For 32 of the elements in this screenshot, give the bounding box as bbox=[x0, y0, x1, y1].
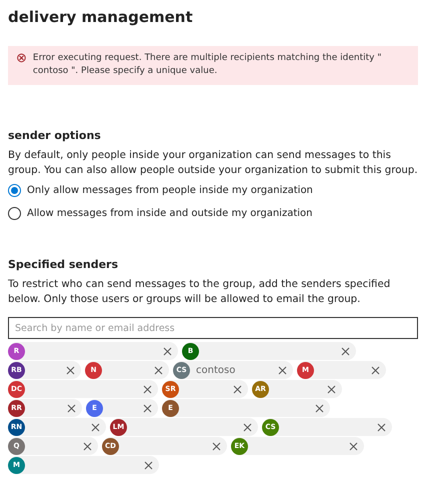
section-heading: Specified senders bbox=[8, 258, 120, 271]
close-icon[interactable] bbox=[327, 384, 336, 394]
search-field[interactable]: Search by name or email address bbox=[8, 317, 418, 339]
error-icon: ⊗ bbox=[16, 52, 27, 65]
radio-button[interactable] bbox=[8, 207, 21, 220]
error-message: Error executing request. There are multiple recipients matching the identity " contoso ". Please specify a unique value. bbox=[32, 52, 382, 78]
close-icon[interactable] bbox=[371, 366, 380, 374]
section-description: By default, only people inside your organization can send messages to this group. You can also allow people outside your organization to submit this group. bbox=[8, 149, 418, 178]
close-icon[interactable] bbox=[341, 346, 350, 356]
section-description: To restrict who can send messages to the group, add the senders specified below. Only those users or groups will be allowed to email the group. bbox=[8, 278, 392, 307]
close-icon[interactable] bbox=[67, 404, 76, 412]
close-icon[interactable] bbox=[377, 422, 386, 432]
close-icon[interactable] bbox=[212, 442, 221, 450]
close-icon[interactable] bbox=[143, 384, 152, 394]
close-icon[interactable] bbox=[315, 404, 324, 412]
close-icon[interactable] bbox=[349, 442, 358, 450]
close-icon[interactable] bbox=[66, 366, 75, 374]
close-icon[interactable] bbox=[154, 366, 163, 374]
close-icon[interactable] bbox=[278, 366, 287, 374]
radio-label[interactable]: Allow messages from inside and outside my organization bbox=[27, 208, 312, 219]
radio-button[interactable] bbox=[8, 184, 21, 197]
close-icon[interactable] bbox=[143, 404, 152, 412]
close-icon[interactable] bbox=[243, 422, 252, 432]
close-icon[interactable] bbox=[144, 460, 153, 470]
page-title: delivery management bbox=[8, 8, 194, 26]
close-icon[interactable] bbox=[91, 422, 100, 432]
sender-name: contoso bbox=[196, 364, 236, 376]
close-icon[interactable] bbox=[233, 384, 242, 394]
close-icon[interactable] bbox=[83, 442, 92, 450]
close-icon[interactable] bbox=[163, 346, 172, 356]
radio-label[interactable]: Only allow messages from people inside my organization bbox=[27, 185, 313, 196]
section-heading: sender options bbox=[8, 129, 102, 142]
